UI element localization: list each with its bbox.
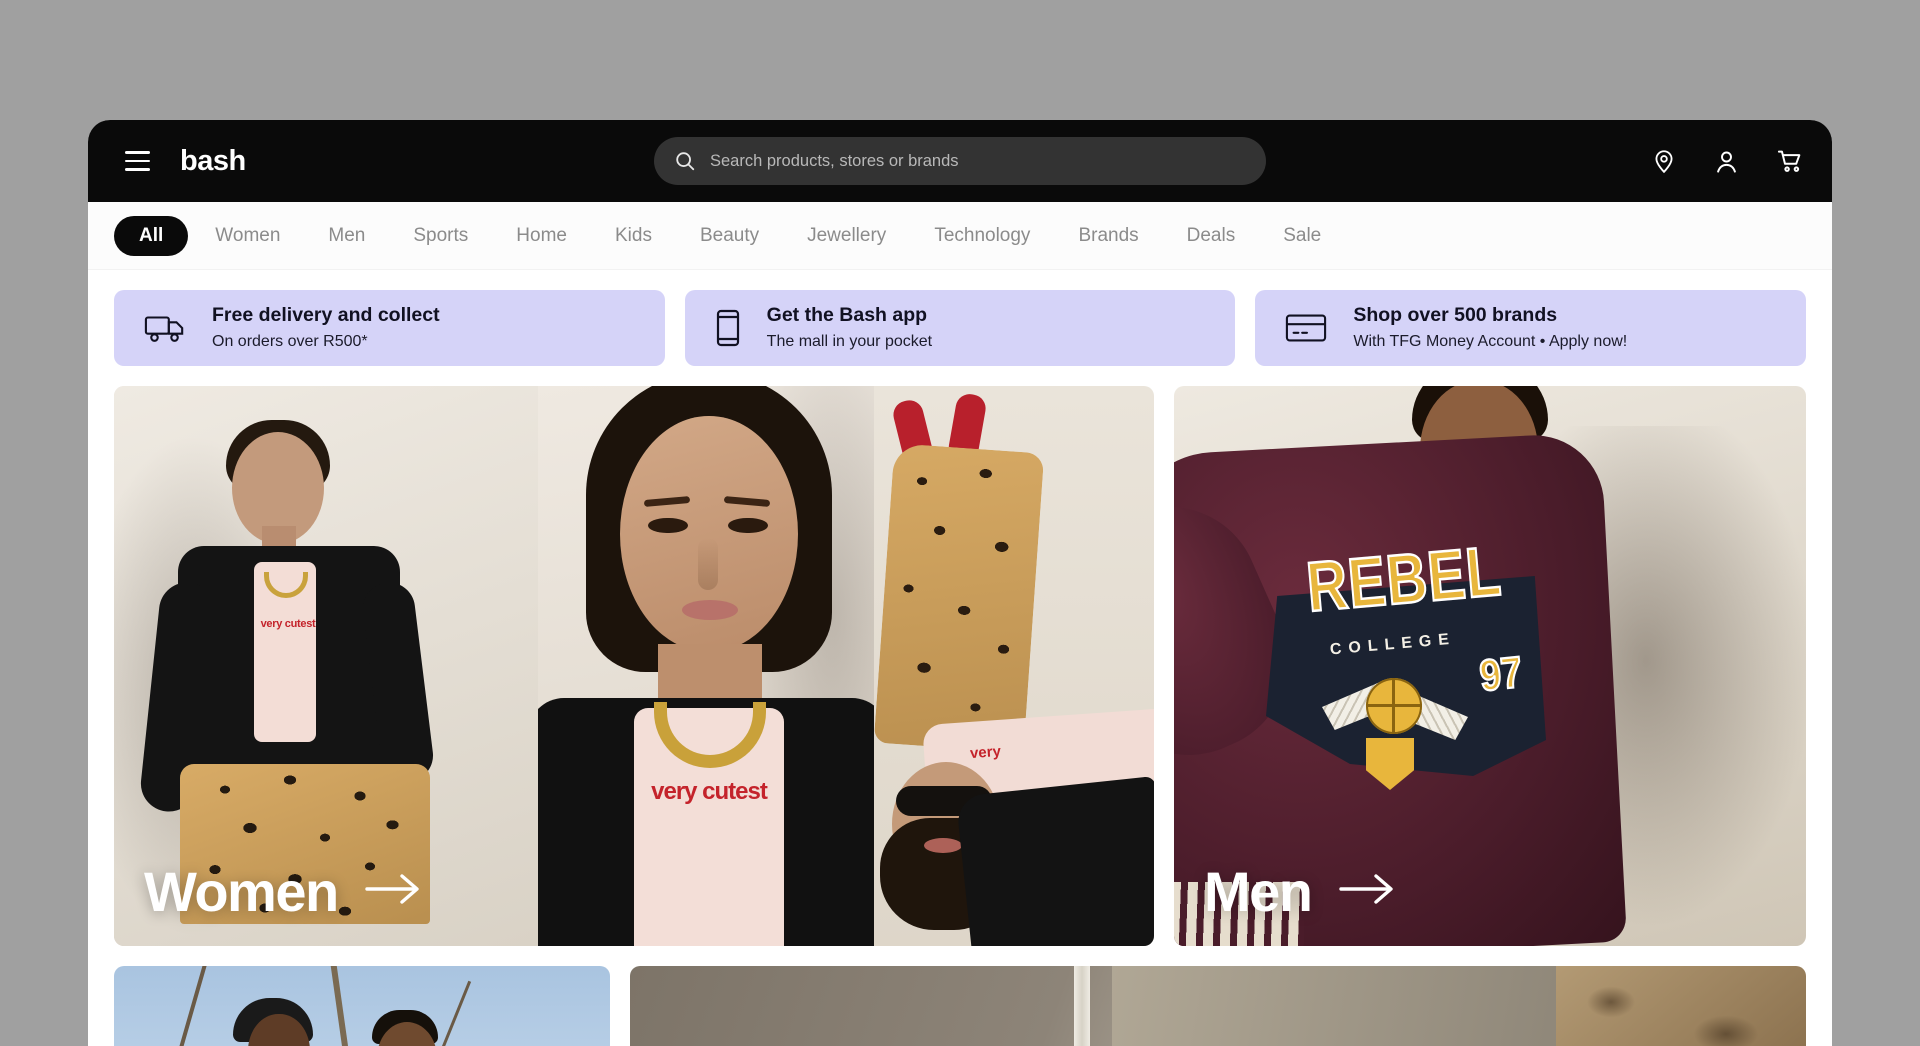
nav-item-brands[interactable]: Brands [1057, 216, 1159, 256]
hero-banner-men[interactable]: REBEL COLLEGE 97 Men [1174, 386, 1806, 946]
promo-get-app[interactable]: Get the Bash app The mall in your pocket [685, 290, 1236, 366]
nav-item-jewellery[interactable]: Jewellery [786, 216, 907, 256]
nav-item-all[interactable]: All [114, 216, 188, 256]
nav-item-beauty[interactable]: Beauty [679, 216, 780, 256]
nav-item-sports[interactable]: Sports [392, 216, 489, 256]
nav-item-women[interactable]: Women [194, 216, 301, 256]
nav-item-technology[interactable]: Technology [913, 216, 1051, 256]
card-home-interior-photo [630, 966, 1556, 1046]
category-navigation: All Women Men Sports Home Kids Beauty Je… [88, 202, 1832, 270]
hamburger-line [125, 160, 150, 163]
hero-women-photo-center: very cutest [538, 386, 874, 946]
promo-strip: Free delivery and collect On orders over… [88, 270, 1832, 366]
card-home-and-beauty[interactable] [630, 966, 1806, 1046]
promo-text: Free delivery and collect On orders over… [212, 303, 440, 353]
nav-item-deals[interactable]: Deals [1166, 216, 1257, 256]
promo-subtitle: The mall in your pocket [767, 330, 932, 353]
hamburger-menu-icon[interactable] [114, 138, 160, 184]
promo-title: Get the Bash app [767, 303, 932, 328]
nav-item-men[interactable]: Men [307, 216, 386, 256]
arrow-right-icon[interactable] [1338, 872, 1396, 911]
hero-women-photo-right: very [874, 386, 1154, 946]
nav-item-kids[interactable]: Kids [594, 216, 673, 256]
promo-free-delivery[interactable]: Free delivery and collect On orders over… [114, 290, 665, 366]
promo-text: Shop over 500 brands With TFG Money Acco… [1353, 303, 1627, 353]
site-header: bash [88, 120, 1832, 202]
promo-title: Shop over 500 brands [1353, 303, 1627, 328]
card-beauty-photo [1556, 966, 1806, 1046]
site-logo[interactable]: bash [180, 145, 246, 178]
hero-men-label: Men [1204, 859, 1396, 924]
page-frame: bash [88, 120, 1832, 1046]
hero-banner-women[interactable]: very cutest very cutest very [114, 386, 1154, 946]
arrow-right-icon[interactable] [364, 872, 422, 911]
secondary-banner-row [88, 946, 1832, 1046]
basketball-emblem [1366, 678, 1422, 734]
hero-label-text: Women [144, 859, 338, 924]
search-icon [674, 150, 696, 172]
promo-subtitle: On orders over R500* [212, 330, 440, 353]
promo-subtitle: With TFG Money Account • Apply now! [1353, 330, 1627, 353]
header-action-icons [1651, 147, 1804, 175]
nav-item-home[interactable]: Home [495, 216, 588, 256]
hero-banner-row: very cutest very cutest very [88, 366, 1832, 946]
search-bar[interactable] [654, 137, 1266, 185]
search-input[interactable] [710, 152, 1246, 171]
card-outdoors-photo [114, 966, 610, 1046]
shopping-cart-icon[interactable] [1776, 147, 1804, 175]
promo-text: Get the Bash app The mall in your pocket [767, 303, 932, 353]
promo-shop-brands[interactable]: Shop over 500 brands With TFG Money Acco… [1255, 290, 1806, 366]
hero-women-label: Women [144, 859, 422, 924]
credit-card-icon [1285, 312, 1327, 344]
mobile-phone-icon [715, 309, 741, 347]
hero-label-text: Men [1204, 859, 1312, 924]
promo-title: Free delivery and collect [212, 303, 440, 328]
delivery-truck-icon [144, 311, 186, 345]
account-person-icon[interactable] [1713, 148, 1740, 175]
tshirt-slogan: very cutest [260, 618, 316, 630]
hamburger-line [125, 151, 150, 154]
tshirt-slogan: very cutest [624, 778, 794, 806]
location-pin-icon[interactable] [1651, 148, 1677, 174]
jacket-graphic-number: 97 [1478, 649, 1525, 703]
tshirt-slogan: very [969, 743, 1001, 762]
card-outdoors[interactable] [114, 966, 610, 1046]
hamburger-line [125, 168, 150, 171]
nav-item-sale[interactable]: Sale [1262, 216, 1342, 256]
